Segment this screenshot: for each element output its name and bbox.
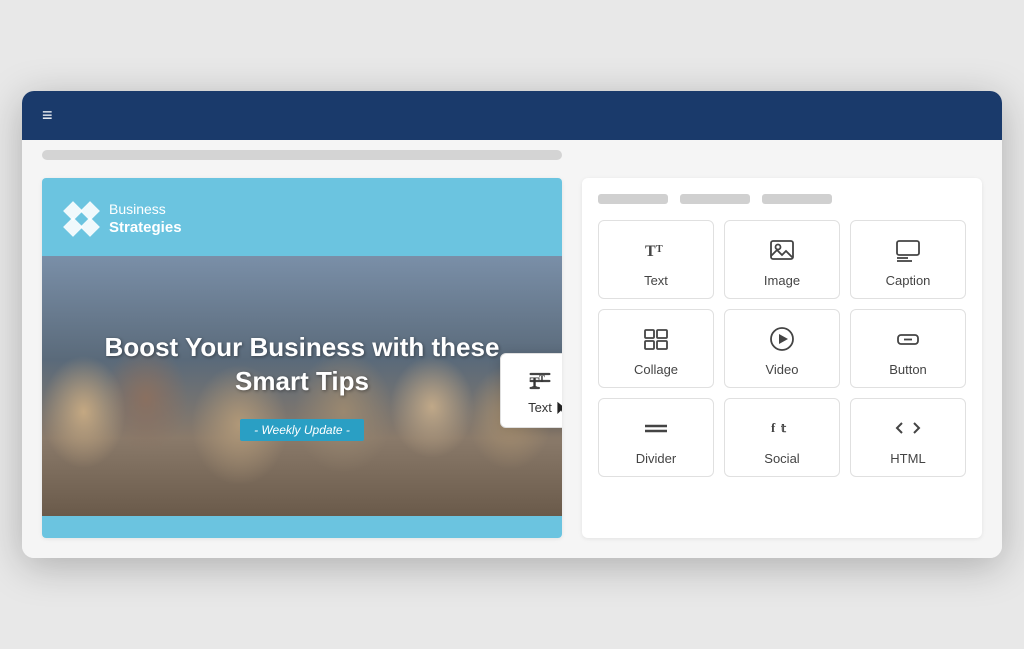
svg-text:𝕥: 𝕥 [781,423,787,435]
widget-divider-label: Divider [636,451,676,466]
address-bar-area [22,140,1002,168]
svg-text:f: f [771,420,776,435]
widget-collage[interactable]: Collage [598,309,714,388]
logo-company: Business [109,200,182,218]
panel-tab-3[interactable] [762,194,832,204]
widget-video-label: Video [765,362,798,377]
tooltip-label: Text [528,400,552,415]
browser-chrome: ≡ [22,91,1002,140]
browser-body: Business Strategies Boost Your Business … [22,140,1002,558]
widget-button-label: Button [889,362,927,377]
panel-tab-1[interactable] [598,194,668,204]
widget-text[interactable]: T T Text [598,220,714,299]
panel-tabs [598,194,966,204]
content-area: Business Strategies Boost Your Business … [22,168,1002,558]
caption-widget-icon [894,235,922,265]
widget-caption[interactable]: Caption [850,220,966,299]
email-footer-strip [42,516,562,538]
widget-social-label: Social [764,451,799,466]
widget-grid: T T Text [598,220,966,477]
svg-text:T: T [656,244,663,255]
svg-text:T: T [645,243,656,260]
logo-diamonds [66,204,97,234]
email-preview: Business Strategies Boost Your Business … [42,178,562,538]
logo-tagline: Strategies [109,218,182,238]
widget-button[interactable]: Button [850,309,966,388]
widget-text-label: Text [644,273,668,288]
tooltip-text-icon: T T [526,366,554,396]
collage-widget-icon [642,324,670,354]
diamond-4 [80,217,100,237]
menu-icon[interactable]: ≡ [42,105,55,126]
widget-image[interactable]: Image [724,220,840,299]
button-widget-icon [894,324,922,354]
cursor-icon [555,399,562,419]
widget-image-label: Image [764,273,800,288]
text-tooltip: T T Text [500,353,562,428]
widget-collage-label: Collage [634,362,678,377]
widget-divider[interactable]: Divider [598,398,714,477]
email-header: Business Strategies [42,178,562,256]
text-widget-icon: T T [642,235,670,265]
logo-text: Business Strategies [109,200,182,238]
image-widget-icon [768,235,796,265]
widget-panel: T T Text [582,178,982,538]
hero-text: Boost Your Business with these Smart Tip… [42,331,562,441]
svg-text:T: T [539,375,546,385]
email-hero: Boost Your Business with these Smart Tip… [42,256,562,516]
widget-video[interactable]: Video [724,309,840,388]
video-widget-icon [768,324,796,354]
widget-html-label: HTML [890,451,925,466]
widget-social[interactable]: f 𝕥 Social [724,398,840,477]
weekly-badge: - Weekly Update - [240,419,364,441]
html-widget-icon [894,413,922,443]
social-widget-icon: f 𝕥 [768,413,796,443]
address-bar[interactable] [42,150,562,160]
panel-tab-2[interactable] [680,194,750,204]
widget-html[interactable]: HTML [850,398,966,477]
divider-widget-icon [642,413,670,443]
hero-title: Boost Your Business with these Smart Tip… [82,331,522,399]
widget-caption-label: Caption [886,273,931,288]
browser-window: ≡ [22,91,1002,558]
